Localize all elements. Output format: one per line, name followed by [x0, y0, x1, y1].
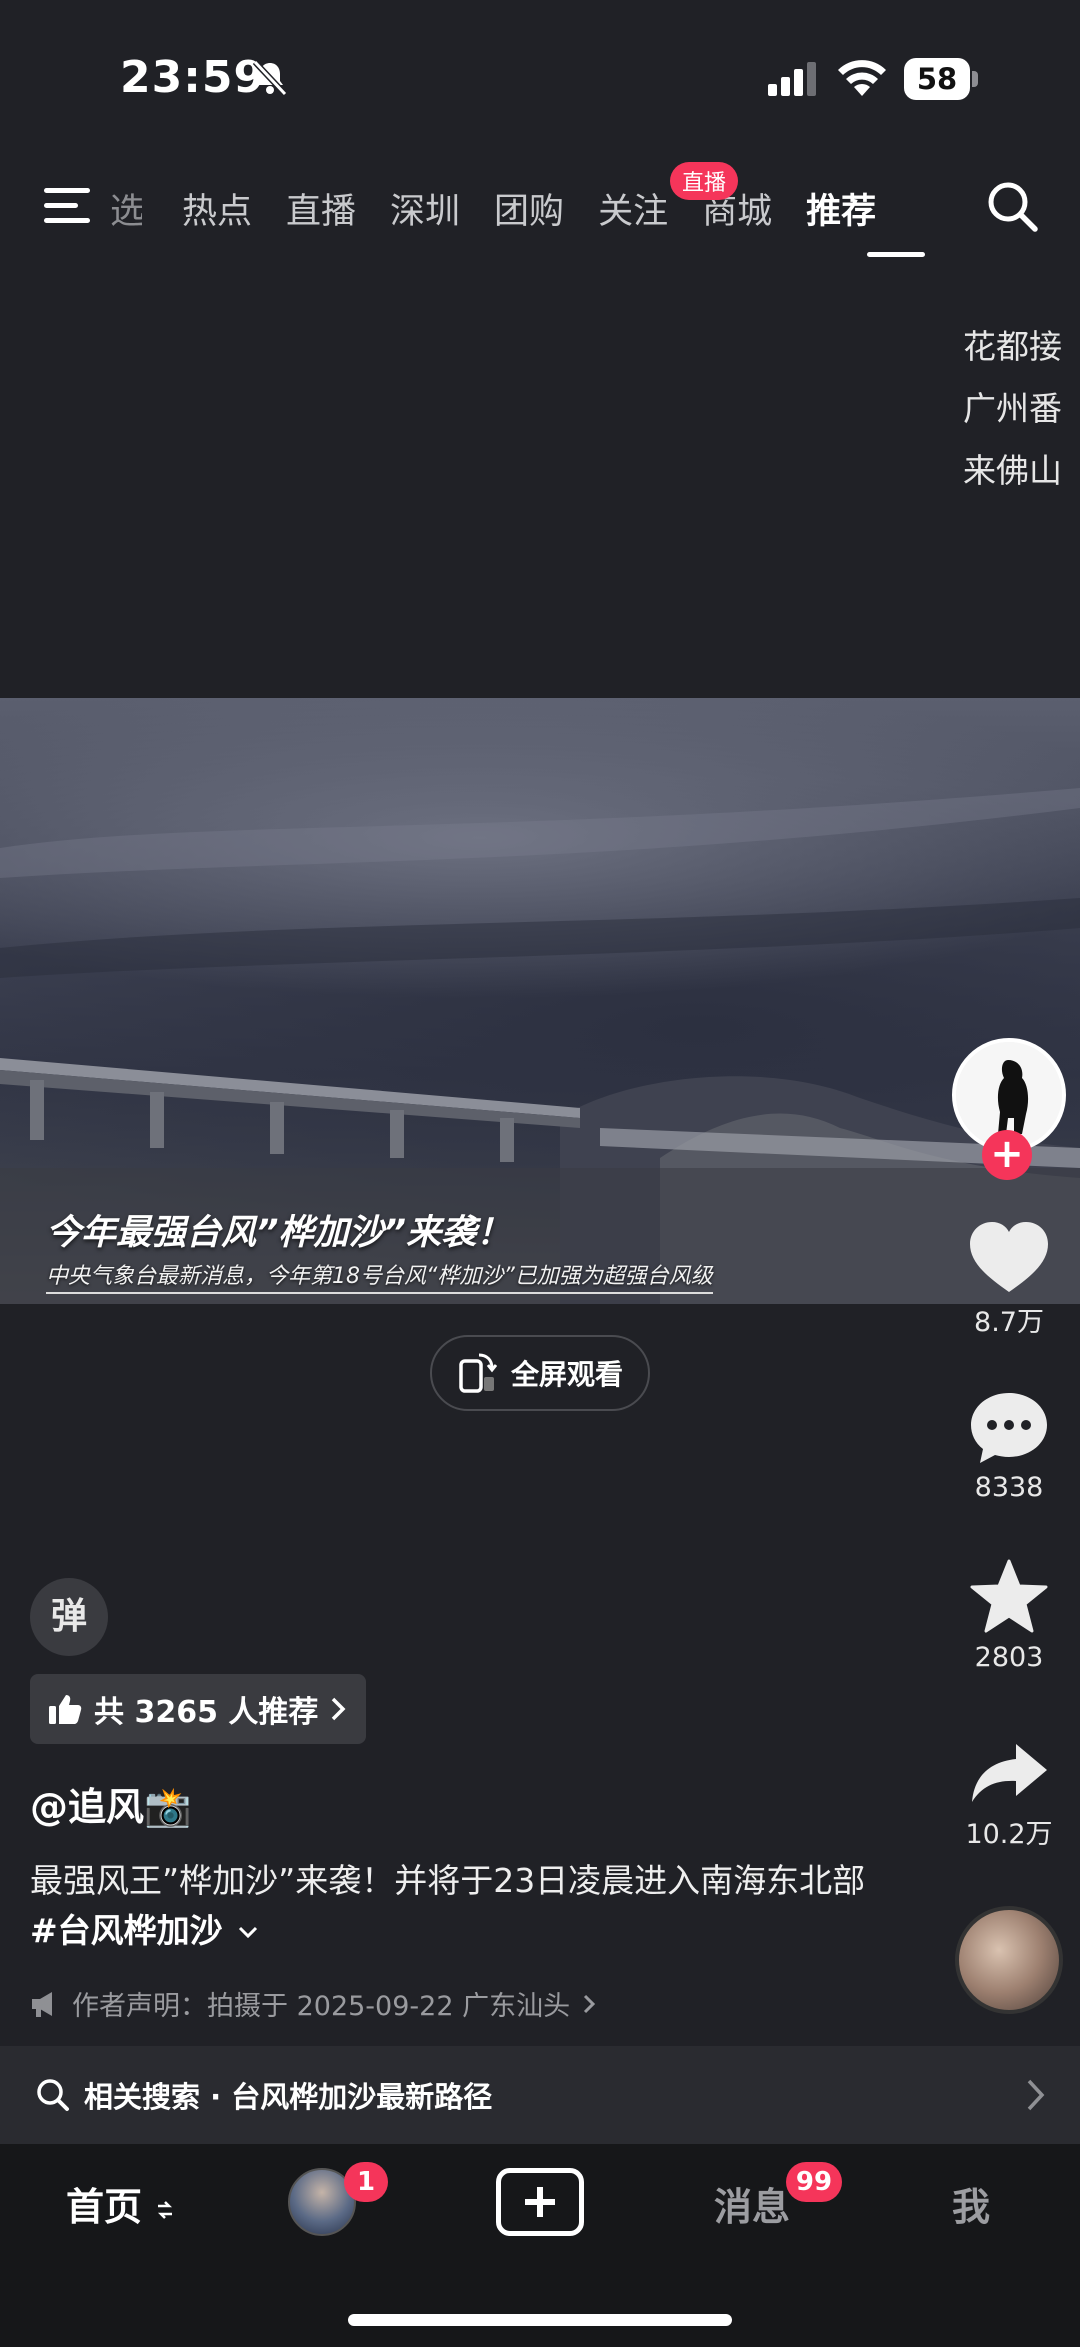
- tab-shenzhen[interactable]: 深圳: [390, 183, 460, 234]
- fullscreen-button[interactable]: 全屏观看: [430, 1335, 650, 1411]
- heart-icon: [970, 1222, 1048, 1292]
- nav-messages[interactable]: 消息: [714, 2176, 790, 2231]
- fullscreen-label: 全屏观看: [510, 1358, 623, 1391]
- rotate-screen-icon: [459, 1353, 497, 1393]
- friends-badge: 1: [344, 2162, 388, 2202]
- nav-me[interactable]: 我: [952, 2176, 990, 2231]
- battery-tip: [972, 71, 978, 87]
- recommend-text: 共 3265 人推荐: [94, 1695, 319, 1730]
- chevron-right-icon: [584, 1994, 596, 2013]
- live-badge: 直播: [670, 162, 739, 200]
- megaphone-icon: [32, 1991, 52, 2017]
- related-search-prefix: 相关搜索 ·: [84, 2080, 232, 2114]
- side-text-line: 来佛山: [963, 451, 1062, 490]
- author-name[interactable]: @追风📸: [30, 1776, 191, 1831]
- tab-recommend[interactable]: 推荐: [806, 183, 876, 234]
- related-search-bar[interactable]: 相关搜索 · 台风桦加沙最新路径: [0, 2046, 1080, 2144]
- bell-muted-icon: [252, 59, 288, 97]
- nav-home[interactable]: 首页: [66, 2176, 175, 2231]
- battery-level: 58: [904, 58, 970, 100]
- share-arrow-icon: [972, 1744, 1047, 1802]
- video-player[interactable]: 今年最强台风”桦加沙”来袭！ 中央气象台最新消息，今年第18号台风“桦加沙”已加…: [0, 698, 1080, 1304]
- music-disc[interactable]: [955, 1906, 1063, 2014]
- home-indicator: [348, 2314, 732, 2326]
- status-time: 23:59: [120, 52, 266, 103]
- follow-button[interactable]: +: [982, 1130, 1032, 1180]
- side-text-line: 花都接: [963, 327, 1062, 366]
- side-text-line: 广州番: [963, 389, 1062, 428]
- tab-partial[interactable]: 选: [110, 183, 142, 234]
- description-text: 最强风王”桦加沙”来袭！并将于23日凌晨进入南海东北部: [30, 1861, 866, 1900]
- chevron-right-icon: [332, 1697, 346, 1721]
- share-count: 10.2万: [965, 1819, 1053, 1850]
- messages-badge: 99: [786, 2162, 842, 2202]
- battery-indicator: 58: [904, 58, 980, 100]
- recommend-pill[interactable]: 共 3265 人推荐: [30, 1674, 367, 1744]
- like-count: 8.7万: [974, 1307, 1044, 1338]
- menu-icon[interactable]: [42, 184, 94, 228]
- author-statement[interactable]: 作者声明：拍摄于 2025-09-22 广东汕头: [30, 1984, 596, 2023]
- search-icon[interactable]: [984, 178, 1040, 234]
- related-search-query: 台风桦加沙最新路径: [231, 2080, 493, 2114]
- comment-action[interactable]: 8338: [950, 1390, 1068, 1503]
- nav-home-label: 首页: [66, 2185, 143, 2229]
- like-action[interactable]: 8.7万: [950, 1220, 1068, 1339]
- statement-text: 作者声明：拍摄于 2025-09-22 广东汕头: [72, 1991, 571, 2022]
- plus-icon: [525, 2187, 555, 2217]
- danmu-toggle[interactable]: 弹: [30, 1578, 108, 1656]
- video-caption-subtitle: 中央气象台最新消息，今年第18号台风“桦加沙”已加强为超强台风级: [46, 1258, 713, 1294]
- tab-hot[interactable]: 热点: [182, 183, 252, 234]
- wifi-icon: [838, 60, 886, 96]
- thumbs-up-icon: [49, 1695, 82, 1724]
- comment-count: 8338: [974, 1472, 1044, 1503]
- share-action[interactable]: 10.2万: [950, 1740, 1068, 1851]
- comment-icon: [971, 1393, 1047, 1463]
- signal-icon: [768, 62, 816, 96]
- hashtag-link[interactable]: #台风桦加沙: [30, 1911, 223, 1950]
- side-preview-text: 花都接 广州番 来佛山: [963, 316, 1080, 502]
- tab-group-buy[interactable]: 团购: [494, 183, 564, 234]
- active-tab-indicator: [867, 252, 925, 257]
- chevron-right-icon[interactable]: [1024, 2077, 1048, 2113]
- favorite-count: 2803: [974, 1642, 1044, 1673]
- tab-following[interactable]: 关注: [598, 183, 668, 234]
- swap-arrows-icon: [158, 2200, 173, 2219]
- tab-live[interactable]: 直播: [286, 183, 356, 234]
- top-tabs: 选 热点 直播 深圳 团购 关注 商城 推荐: [110, 178, 910, 238]
- favorite-action[interactable]: 2803: [950, 1558, 1068, 1673]
- video-caption-title: 今年最强台风”桦加沙”来袭！: [46, 1213, 512, 1253]
- search-icon: [37, 2079, 69, 2111]
- video-description: 最强风王”桦加沙”来袭！并将于23日凌晨进入南海东北部 #台风桦加沙: [30, 1856, 900, 1956]
- create-button[interactable]: [496, 2168, 584, 2236]
- star-icon: [970, 1559, 1048, 1633]
- expand-chevron-icon[interactable]: [237, 1925, 259, 1941]
